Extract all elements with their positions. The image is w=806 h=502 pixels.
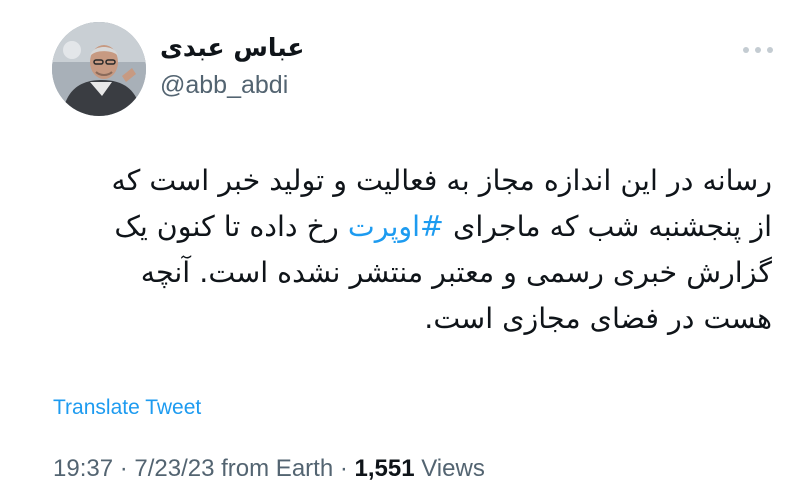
tweet-source: from Earth [214,455,334,482]
avatar[interactable] [52,22,146,116]
views-count: 1,551 [354,455,415,482]
tweet-date[interactable]: 7/23/23 [134,455,214,482]
translate-tweet-link[interactable]: Translate Tweet [53,396,201,420]
views-label: Views [414,455,485,482]
author-block: عباس عبدی @abb_abdi [160,30,305,102]
tweet-metadata: 19:37 · 7/23/23 from Earth · 1,551 Views [53,455,485,483]
tweet-text-segment: رخ داده تا کنون یک [114,210,348,243]
more-options-icon[interactable] [738,42,778,58]
tweet-line: رسانه در این اندازه مجاز به فعالیت و تول… [111,164,773,197]
more-dot [743,47,749,53]
tweet-text-segment: از پنجشنبه شب که ماجرای [443,210,772,243]
tweet-time[interactable]: 19:37 [53,455,113,482]
meta-separator: · [113,455,135,482]
more-dot [755,47,761,53]
more-dot [767,47,773,53]
username-handle[interactable]: @abb_abdi [160,68,305,102]
tweet-line: هست در فضای مجازی است. [424,302,772,335]
tweet-line: از پنجشنبه شب که ماجرای #اوپرت رخ داده ت… [40,204,772,250]
profile-photo [52,22,146,116]
tweet-body: رسانه در این اندازه مجاز به فعالیت و تول… [40,158,773,342]
meta-separator: · [333,455,355,482]
tweet-line: گزارش خبری رسمی و معتبر منتشر نشده است. … [140,256,772,289]
hashtag-link[interactable]: #اوپرت [348,210,444,243]
tweet-card: عباس عبدی @abb_abdi رسانه در این اندازه … [0,0,806,502]
display-name[interactable]: عباس عبدی [160,30,305,66]
